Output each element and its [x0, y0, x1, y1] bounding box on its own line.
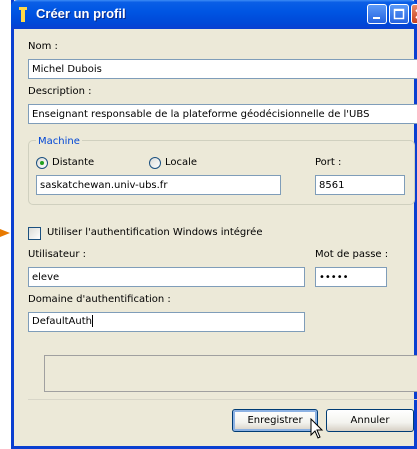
- app-icon: [19, 7, 27, 22]
- separator: [28, 399, 417, 400]
- radio-distante-label[interactable]: Distante: [52, 157, 94, 168]
- name-input[interactable]: [28, 59, 417, 79]
- text-caret: [91, 315, 93, 327]
- minimize-icon: [373, 17, 380, 19]
- cancel-button[interactable]: Annuler: [326, 409, 414, 432]
- description-input[interactable]: [28, 104, 417, 124]
- machine-group-label: Machine: [36, 136, 82, 147]
- domain-input[interactable]: DefaultAuth: [28, 312, 305, 332]
- domain-label: Domaine d'authentification :: [28, 294, 171, 305]
- maximize-icon: [393, 8, 405, 20]
- description-label: Description :: [28, 86, 92, 97]
- title-bar[interactable]: Créer un profil: [11, 0, 417, 29]
- pointer-arrow-icon: [0, 229, 10, 237]
- password-input[interactable]: [315, 267, 387, 287]
- windows-auth-label[interactable]: Utiliser l'authentification Windows inté…: [47, 227, 262, 238]
- status-area: [44, 355, 417, 392]
- host-input[interactable]: [36, 175, 281, 195]
- windows-auth-checkbox[interactable]: [28, 227, 41, 240]
- radio-selected-dot: [40, 161, 44, 165]
- radio-locale-label[interactable]: Locale: [165, 157, 197, 168]
- password-label: Mot de passe :: [315, 249, 389, 260]
- machine-groupbox: [28, 140, 415, 205]
- user-label: Utilisateur :: [28, 249, 86, 260]
- radio-locale[interactable]: [149, 157, 161, 169]
- window-title: Créer un profil: [36, 6, 126, 21]
- domain-value: DefaultAuth: [32, 316, 92, 327]
- maximize-button[interactable]: [389, 4, 409, 24]
- minimize-button[interactable]: [367, 4, 387, 24]
- close-button[interactable]: [411, 4, 417, 24]
- port-label: Port :: [315, 157, 342, 168]
- user-input[interactable]: [28, 267, 305, 287]
- create-profile-dialog: Créer un profil Nom : Description : Mach…: [11, 0, 417, 449]
- close-icon: [415, 9, 417, 19]
- radio-distante[interactable]: [36, 157, 48, 169]
- mouse-cursor-icon: [310, 418, 324, 439]
- port-input[interactable]: [315, 175, 405, 195]
- name-label: Nom :: [28, 41, 58, 52]
- save-button[interactable]: Enregistrer: [232, 409, 318, 432]
